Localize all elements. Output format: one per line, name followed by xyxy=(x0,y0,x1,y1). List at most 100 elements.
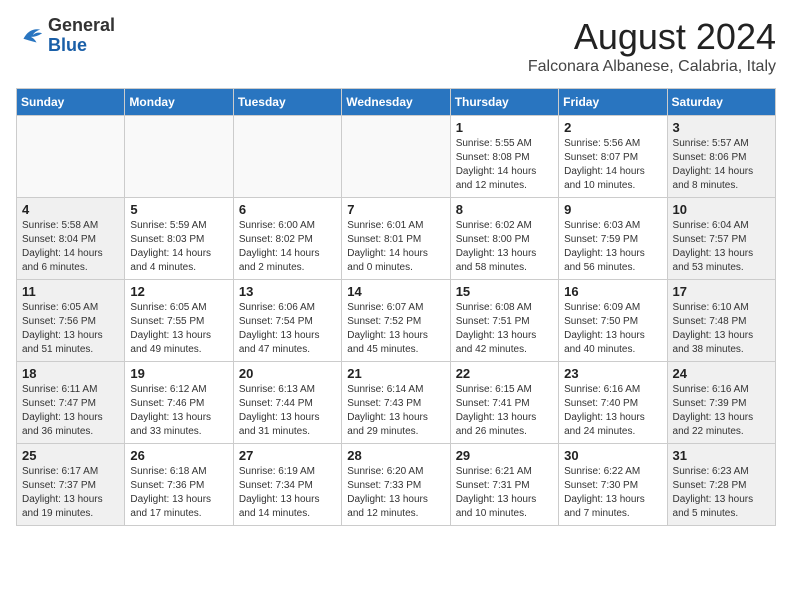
calendar-day-3: 3Sunrise: 5:57 AMSunset: 8:06 PMDaylight… xyxy=(667,116,775,198)
title-block: August 2024 Falconara Albanese, Calabria… xyxy=(528,16,776,76)
calendar-day-7: 7 Sunrise: 6:01 AMSunset: 8:01 PMDaylight… xyxy=(342,198,450,280)
day-info: Sunrise: 6:14 AMSunset: 7:43 PMDaylight:… xyxy=(347,383,444,439)
day-info: Sunrise: 6:04 AMSunset: 7:57 PMDaylight:… xyxy=(673,219,770,275)
day-number: 23 xyxy=(564,366,661,381)
day-number: 30 xyxy=(564,448,661,463)
day-info: Sunrise: 6:22 AMSunset: 7:30 PMDaylight:… xyxy=(564,465,661,521)
calendar-day-24: 24Sunrise: 6:16 AMSunset: 7:39 PMDayligh… xyxy=(667,362,775,444)
calendar-table: SundayMondayTuesdayWednesdayThursdayFrid… xyxy=(16,88,776,526)
location-title: Falconara Albanese, Calabria, Italy xyxy=(528,58,776,76)
day-number: 21 xyxy=(347,366,444,381)
day-info: Sunrise: 6:15 AMSunset: 7:41 PMDaylight:… xyxy=(456,383,553,439)
day-info: Sunrise: 6:01 AMSunset: 8:01 PMDaylight:… xyxy=(347,219,444,275)
calendar-day-20: 20 Sunrise: 6:13 AMSunset: 7:44 PMDayligh… xyxy=(233,362,341,444)
day-info: Sunrise: 6:05 AMSunset: 7:55 PMDaylight:… xyxy=(130,301,227,357)
calendar-day-1: 1 Sunrise: 5:55 AMSunset: 8:08 PMDaylight… xyxy=(450,116,558,198)
calendar-day-29: 29Sunrise: 6:21 AMSunset: 7:31 PMDayligh… xyxy=(450,444,558,526)
day-number: 3 xyxy=(673,120,770,135)
day-number: 10 xyxy=(673,202,770,217)
day-number: 4 xyxy=(22,202,119,217)
day-number: 22 xyxy=(456,366,553,381)
day-header-wednesday: Wednesday xyxy=(342,89,450,116)
calendar-week-4: 18Sunrise: 6:11 AMSunset: 7:47 PMDayligh… xyxy=(17,362,776,444)
month-title: August 2024 xyxy=(528,16,776,58)
day-number: 11 xyxy=(22,284,119,299)
day-info: Sunrise: 6:18 AMSunset: 7:36 PMDaylight:… xyxy=(130,465,227,521)
day-number: 9 xyxy=(564,202,661,217)
calendar-empty xyxy=(125,116,233,198)
logo: General Blue xyxy=(16,16,115,56)
page-header: General Blue August 2024 Falconara Alban… xyxy=(16,16,776,76)
day-info: Sunrise: 6:09 AMSunset: 7:50 PMDaylight:… xyxy=(564,301,661,357)
calendar-day-22: 22 Sunrise: 6:15 AMSunset: 7:41 PMDayligh… xyxy=(450,362,558,444)
calendar-day-26: 26 Sunrise: 6:18 AMSunset: 7:36 PMDayligh… xyxy=(125,444,233,526)
logo-general: General xyxy=(48,15,115,35)
calendar-day-15: 15Sunrise: 6:08 AMSunset: 7:51 PMDayligh… xyxy=(450,280,558,362)
calendar-empty xyxy=(342,116,450,198)
days-of-week-row: SundayMondayTuesdayWednesdayThursdayFrid… xyxy=(17,89,776,116)
calendar-empty xyxy=(233,116,341,198)
day-info: Sunrise: 6:16 AMSunset: 7:39 PMDaylight:… xyxy=(673,383,770,439)
calendar-day-18: 18Sunrise: 6:11 AMSunset: 7:47 PMDayligh… xyxy=(17,362,125,444)
calendar-week-2: 4Sunrise: 5:58 AMSunset: 8:04 PMDaylight… xyxy=(17,198,776,280)
calendar-day-8: 8 Sunrise: 6:02 AMSunset: 8:00 PMDaylight… xyxy=(450,198,558,280)
calendar-day-21: 21 Sunrise: 6:14 AMSunset: 7:43 PMDayligh… xyxy=(342,362,450,444)
calendar-day-6: 6 Sunrise: 6:00 AMSunset: 8:02 PMDaylight… xyxy=(233,198,341,280)
day-number: 15 xyxy=(456,284,553,299)
calendar-body: 1 Sunrise: 5:55 AMSunset: 8:08 PMDaylight… xyxy=(17,116,776,526)
day-number: 8 xyxy=(456,202,553,217)
day-info: Sunrise: 6:02 AMSunset: 8:00 PMDaylight:… xyxy=(456,219,553,275)
day-number: 2 xyxy=(564,120,661,135)
day-info: Sunrise: 6:00 AMSunset: 8:02 PMDaylight:… xyxy=(239,219,336,275)
day-info: Sunrise: 6:19 AMSunset: 7:34 PMDaylight:… xyxy=(239,465,336,521)
logo-bird-icon xyxy=(16,22,44,50)
logo-blue: Blue xyxy=(48,35,87,55)
calendar-day-9: 9 Sunrise: 6:03 AMSunset: 7:59 PMDaylight… xyxy=(559,198,667,280)
calendar-day-28: 28Sunrise: 6:20 AMSunset: 7:33 PMDayligh… xyxy=(342,444,450,526)
calendar-day-25: 25 Sunrise: 6:17 AMSunset: 7:37 PMDayligh… xyxy=(17,444,125,526)
day-number: 25 xyxy=(22,448,119,463)
calendar-week-1: 1 Sunrise: 5:55 AMSunset: 8:08 PMDaylight… xyxy=(17,116,776,198)
calendar-day-27: 27Sunrise: 6:19 AMSunset: 7:34 PMDayligh… xyxy=(233,444,341,526)
calendar-day-13: 13 Sunrise: 6:06 AMSunset: 7:54 PMDayligh… xyxy=(233,280,341,362)
day-info: Sunrise: 6:13 AMSunset: 7:44 PMDaylight:… xyxy=(239,383,336,439)
day-number: 6 xyxy=(239,202,336,217)
day-info: Sunrise: 6:20 AMSunset: 7:33 PMDaylight:… xyxy=(347,465,444,521)
calendar-day-30: 30 Sunrise: 6:22 AMSunset: 7:30 PMDayligh… xyxy=(559,444,667,526)
calendar-day-23: 23Sunrise: 6:16 AMSunset: 7:40 PMDayligh… xyxy=(559,362,667,444)
day-header-sunday: Sunday xyxy=(17,89,125,116)
day-number: 19 xyxy=(130,366,227,381)
calendar-day-19: 19 Sunrise: 6:12 AMSunset: 7:46 PMDayligh… xyxy=(125,362,233,444)
calendar-day-17: 17Sunrise: 6:10 AMSunset: 7:48 PMDayligh… xyxy=(667,280,775,362)
calendar-day-14: 14Sunrise: 6:07 AMSunset: 7:52 PMDayligh… xyxy=(342,280,450,362)
day-header-tuesday: Tuesday xyxy=(233,89,341,116)
day-info: Sunrise: 6:07 AMSunset: 7:52 PMDaylight:… xyxy=(347,301,444,357)
day-number: 29 xyxy=(456,448,553,463)
calendar-day-2: 2 Sunrise: 5:56 AMSunset: 8:07 PMDaylight… xyxy=(559,116,667,198)
day-number: 20 xyxy=(239,366,336,381)
day-info: Sunrise: 6:06 AMSunset: 7:54 PMDaylight:… xyxy=(239,301,336,357)
day-number: 5 xyxy=(130,202,227,217)
day-info: Sunrise: 6:23 AMSunset: 7:28 PMDaylight:… xyxy=(673,465,770,521)
day-info: Sunrise: 6:10 AMSunset: 7:48 PMDaylight:… xyxy=(673,301,770,357)
day-number: 16 xyxy=(564,284,661,299)
calendar-day-12: 12Sunrise: 6:05 AMSunset: 7:55 PMDayligh… xyxy=(125,280,233,362)
day-info: Sunrise: 6:17 AMSunset: 7:37 PMDaylight:… xyxy=(22,465,119,521)
day-info: Sunrise: 6:12 AMSunset: 7:46 PMDaylight:… xyxy=(130,383,227,439)
day-info: Sunrise: 5:55 AMSunset: 8:08 PMDaylight:… xyxy=(456,137,553,193)
day-info: Sunrise: 5:56 AMSunset: 8:07 PMDaylight:… xyxy=(564,137,661,193)
day-number: 18 xyxy=(22,366,119,381)
day-number: 7 xyxy=(347,202,444,217)
calendar-day-11: 11 Sunrise: 6:05 AMSunset: 7:56 PMDayligh… xyxy=(17,280,125,362)
calendar-day-4: 4Sunrise: 5:58 AMSunset: 8:04 PMDaylight… xyxy=(17,198,125,280)
day-info: Sunrise: 6:05 AMSunset: 7:56 PMDaylight:… xyxy=(22,301,119,357)
day-number: 31 xyxy=(673,448,770,463)
day-number: 26 xyxy=(130,448,227,463)
calendar-empty xyxy=(17,116,125,198)
calendar-day-16: 16 Sunrise: 6:09 AMSunset: 7:50 PMDayligh… xyxy=(559,280,667,362)
day-number: 1 xyxy=(456,120,553,135)
calendar-day-31: 31 Sunrise: 6:23 AMSunset: 7:28 PMDayligh… xyxy=(667,444,775,526)
day-header-monday: Monday xyxy=(125,89,233,116)
day-number: 13 xyxy=(239,284,336,299)
day-info: Sunrise: 6:03 AMSunset: 7:59 PMDaylight:… xyxy=(564,219,661,275)
